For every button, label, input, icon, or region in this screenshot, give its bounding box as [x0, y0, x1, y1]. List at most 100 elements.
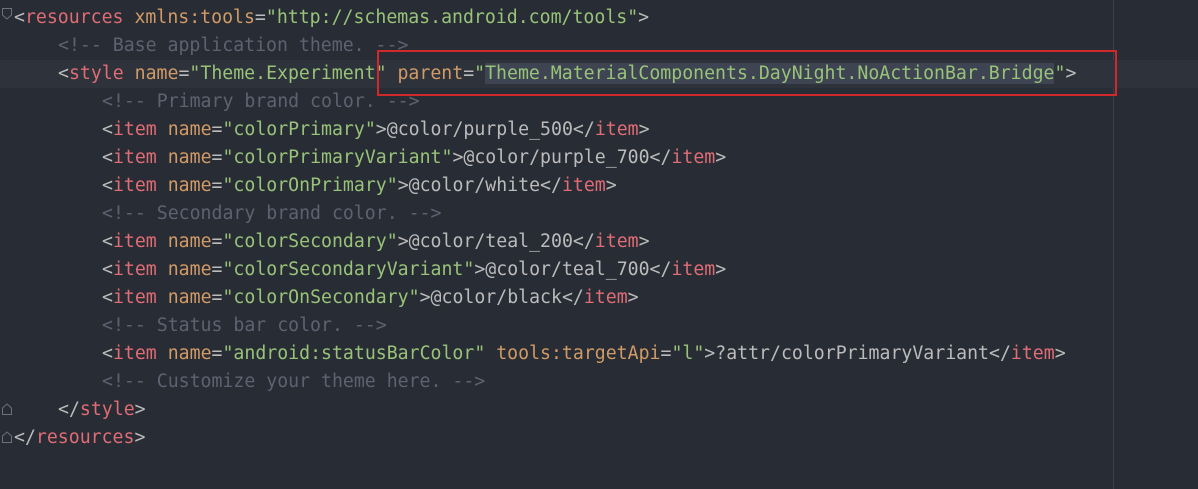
xml-punctuation: =	[660, 343, 672, 364]
xml-attribute-value: "colorPrimary"	[222, 119, 376, 140]
code-line[interactable]: <item name="colorPrimaryVariant">@color/…	[14, 144, 1198, 172]
xml-punctuation: =	[211, 287, 223, 308]
code-line[interactable]: <item name="colorOnPrimary">@color/white…	[14, 172, 1198, 200]
xml-tag-name: item	[1010, 343, 1055, 364]
code-line[interactable]: </style>	[14, 396, 1198, 424]
xml-punctuation: >	[452, 147, 464, 168]
xml-tag-name: item	[561, 175, 606, 196]
xml-text	[157, 147, 168, 168]
xml-attribute-name: name	[167, 147, 212, 168]
xml-attribute-name: name	[167, 175, 212, 196]
code-line[interactable]: <item name="colorOnSecondary">@color/bla…	[14, 284, 1198, 312]
xml-punctuation: <	[102, 175, 113, 196]
xml-punctuation: >	[638, 119, 650, 140]
xml-text: @color/purple_700	[463, 147, 650, 168]
code-line[interactable]: </resources>	[14, 424, 1198, 452]
xml-punctuation: =	[178, 63, 190, 84]
xml-punctuation: <	[102, 259, 113, 280]
xml-tag-name: item	[112, 147, 157, 168]
xml-tag-name: item	[594, 231, 639, 252]
xml-punctuation: =	[211, 175, 223, 196]
xml-attribute-value: "colorSecondary"	[222, 231, 398, 252]
code-line[interactable]: <item name="colorSecondaryVariant">@colo…	[14, 256, 1198, 284]
xml-attribute-value: "http://schemas.android.com/tools"	[265, 7, 639, 28]
xml-namespace-attribute: xmlns:tools	[134, 7, 255, 28]
code-line[interactable]: <!-- Status bar color. -->	[14, 312, 1198, 340]
code-area[interactable]: < resources xmlns:tools = "http://schemas.a…	[0, 4, 1198, 452]
xml-text: @color/teal_700	[485, 259, 650, 280]
xml-tag-name: item	[671, 147, 716, 168]
xml-comment: <!-- Status bar color. -->	[102, 315, 387, 336]
xml-punctuation: >	[638, 7, 650, 28]
selected-text: Theme.MaterialComponents.DayNight.NoActi…	[485, 63, 1055, 84]
xml-attribute-value: "l"	[671, 343, 705, 364]
xml-punctuation: >	[397, 231, 409, 252]
code-line[interactable]: <item name="colorPrimary">@color/purple_…	[14, 116, 1198, 144]
xml-text	[124, 7, 135, 28]
xml-attribute-value: "	[474, 63, 486, 84]
code-line[interactable]: <resources xmlns:tools="http://schemas.a…	[14, 4, 1198, 32]
xml-comment: <!-- Customize your theme here. -->	[102, 371, 486, 392]
xml-punctuation: </	[58, 399, 80, 420]
code-line[interactable]: <!-- Primary brand color. -->	[14, 88, 1198, 116]
code-line[interactable]: <!-- Secondary brand color. -->	[14, 200, 1198, 228]
xml-punctuation: >	[1065, 63, 1077, 84]
xml-text: @color/teal_200	[408, 231, 573, 252]
xml-tag-name: item	[583, 287, 628, 308]
xml-punctuation: >	[638, 231, 650, 252]
xml-tag-name: item	[112, 231, 157, 252]
xml-text: @color/purple_500	[386, 119, 573, 140]
xml-text	[157, 259, 168, 280]
xml-punctuation: >	[715, 259, 727, 280]
fold-marker-icon[interactable]	[2, 403, 12, 415]
xml-punctuation: >	[1054, 343, 1066, 364]
xml-text	[157, 231, 168, 252]
xml-punctuation: <	[102, 343, 113, 364]
xml-punctuation: =	[211, 259, 223, 280]
xml-punctuation: </	[14, 427, 36, 448]
xml-attribute-name: name	[167, 231, 212, 252]
xml-tag-name: item	[112, 259, 157, 280]
xml-punctuation: </	[649, 259, 672, 280]
xml-attribute-name: parent	[397, 63, 464, 84]
fold-marker-icon[interactable]	[2, 431, 12, 443]
xml-punctuation: </	[649, 147, 672, 168]
xml-text	[157, 119, 168, 140]
xml-attribute-name: name	[167, 343, 212, 364]
code-line[interactable]: <!-- Customize your theme here. -->	[14, 368, 1198, 396]
xml-punctuation: >	[474, 259, 486, 280]
xml-text	[157, 287, 168, 308]
xml-punctuation: >	[419, 287, 431, 308]
xml-attribute-value: "colorOnPrimary"	[222, 175, 398, 196]
xml-punctuation: >	[627, 287, 639, 308]
xml-punctuation: </	[561, 287, 584, 308]
xml-attribute-value: "	[1054, 63, 1066, 84]
code-editor[interactable]: < resources xmlns:tools = "http://schemas.a…	[0, 0, 1198, 489]
code-line[interactable]: <item name="android:statusBarColor" tool…	[14, 340, 1198, 368]
xml-attribute-name: name	[167, 287, 212, 308]
xml-attribute-value: "android:statusBarColor"	[222, 343, 486, 364]
xml-attribute-name: name	[134, 63, 179, 84]
code-line-current[interactable]: <style name="Theme.Experiment" parent="T…	[0, 60, 1198, 88]
code-line[interactable]: <item name="colorSecondary">@color/teal_…	[14, 228, 1198, 256]
xml-punctuation: >	[134, 427, 146, 448]
xml-tag-name: style	[68, 63, 124, 84]
fold-marker-icon[interactable]	[2, 8, 12, 20]
code-line[interactable]: <!-- Base application theme. -->	[14, 32, 1198, 60]
xml-comment: <!-- Secondary brand color. -->	[102, 203, 442, 224]
xml-punctuation: </	[572, 231, 595, 252]
xml-tag-name: resources	[24, 7, 124, 28]
xml-attribute-value: "Theme.Experiment"	[189, 63, 387, 84]
xml-tag-name: item	[112, 343, 157, 364]
xml-text: @color/black	[430, 287, 562, 308]
xml-punctuation: <	[102, 231, 113, 252]
xml-tag-name: item	[594, 119, 639, 140]
xml-punctuation: =	[463, 63, 475, 84]
xml-punctuation: </	[989, 343, 1011, 364]
xml-attribute-name: name	[167, 119, 212, 140]
xml-punctuation: <	[58, 63, 69, 84]
xml-punctuation: </	[540, 175, 562, 196]
xml-tag-name: resources	[35, 427, 135, 448]
xml-punctuation: >	[375, 119, 387, 140]
xml-punctuation: =	[211, 147, 223, 168]
